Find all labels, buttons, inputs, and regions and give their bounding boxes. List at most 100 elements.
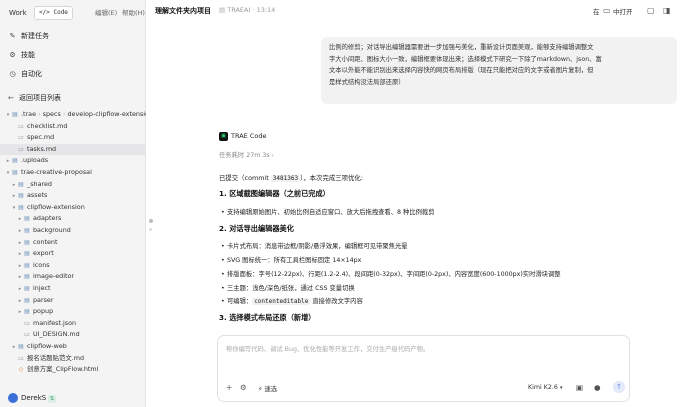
tree-item-label: 创意方案_ClipFlow.html	[27, 365, 99, 374]
chevron-right-icon: ›	[271, 153, 274, 159]
folder-icon: ▤	[12, 157, 18, 165]
folder-icon: ▤	[24, 308, 30, 316]
folder-icon: ▤	[24, 296, 30, 304]
tab-code-label: Code	[53, 9, 68, 16]
tree-item-label: adapters	[33, 214, 62, 223]
tree-path-develop: develop-clipflow-extension	[67, 110, 147, 118]
layout-icon[interactable]: ▢	[647, 6, 655, 15]
code-icon: </>	[39, 9, 50, 16]
list-item-text: 支持编辑原始图片、初始比例自适应窗口、放大后拖拽查看、8 种比例裁剪	[227, 209, 435, 216]
tree-item-manifest[interactable]: ▭ manifest.json	[0, 318, 146, 330]
tree-item-uploads[interactable]: ▸ ▤ .uploads	[0, 155, 146, 167]
header-meta: ▤ TRAEAI · 13:14	[219, 6, 275, 14]
commit-paragraph: 已提交（commit 3481363 ），本次完成三项优化:	[219, 173, 363, 182]
panel-toggle-icon[interactable]: ◨	[663, 6, 671, 15]
microphone-icon[interactable]: ●	[594, 383, 601, 392]
commit-suffix: ），本次完成三项优化:	[300, 174, 363, 182]
tree-item-proposal-html[interactable]: ◇ 创意方案_ClipFlow.html	[0, 364, 146, 376]
tree-item-label: tasks.md	[27, 144, 57, 153]
list-item-text: 卡片式布局：消息带边框/阴影/悬浮效果，编辑框可见带聚焦光晕	[227, 243, 408, 250]
settings-icon[interactable]: ⚙	[240, 383, 247, 392]
tab-code[interactable]: </> Code	[34, 6, 73, 20]
tree-item-background[interactable]: ▸ ▤ background	[0, 225, 146, 237]
tree-item-spec[interactable]: ▭ spec.md	[0, 132, 146, 144]
scroll-marker[interactable]	[149, 219, 153, 223]
assistant-name: TRAE Code	[231, 132, 267, 140]
menu-edit[interactable]: 编辑(E)	[95, 7, 117, 19]
folder-icon: ▤	[24, 238, 30, 246]
tree-item-label: export	[33, 249, 54, 258]
task-elapsed[interactable]: 任务耗时 27m 3s ›	[219, 150, 659, 159]
tree-item-label: spec.md	[27, 133, 55, 142]
add-icon[interactable]: +	[226, 383, 232, 392]
automation-label: 自动化	[21, 70, 42, 78]
tree-item-label: UI_DESIGN.md	[33, 330, 80, 339]
user-message-line: 是样式结构没法局部还原）	[329, 78, 405, 86]
tree-item-clipflow-web[interactable]: ▸ ▤ clipflow-web	[0, 341, 146, 353]
folder-icon: ▤	[24, 261, 30, 269]
tree-path-row[interactable]: ▾ ▤ .trae › specs › develop-clipflow-exten…	[0, 109, 146, 121]
skills-button[interactable]: ⚙ 技能	[8, 48, 35, 62]
automation-button[interactable]: ◷ 自动化	[8, 67, 42, 81]
tree-item-content[interactable]: ▸ ▤ content	[0, 237, 146, 249]
tree-item-ui-design[interactable]: ▭ UI_DESIGN.md	[0, 329, 146, 341]
scroll-marker[interactable]	[149, 228, 152, 231]
list-item-prefix: 可编辑：	[227, 298, 253, 305]
user-account[interactable]: DerekS S	[8, 392, 56, 404]
image-icon[interactable]: ▣	[576, 383, 583, 392]
tree-item-assets[interactable]: ▸ ▤ assets	[0, 190, 146, 202]
tree-item-tasks[interactable]: ▭ tasks.md	[0, 143, 146, 156]
composer[interactable]: 帮你编写代码、调试 Bug、优化性能等开发工作，交付生产级代码产物。 + ⚙ ⚡…	[217, 335, 630, 402]
new-task-label: 新建任务	[21, 32, 49, 40]
tree-item-popup[interactable]: ▸ ▤ popup	[0, 306, 146, 318]
tree-item-shared[interactable]: ▸ ▤ _shared	[0, 179, 146, 191]
folder-icon: ▤	[24, 215, 30, 223]
inline-code: contenteditable	[252, 298, 311, 305]
back-to-projects-button[interactable]: ← 返回项目列表	[8, 92, 61, 104]
list-item-text: 排版面板：字号(12-22px)、行距(1.2-2.4)、段间距(0-32px)…	[227, 271, 561, 278]
tree-item-icons[interactable]: ▸ ▤ icons	[0, 260, 146, 272]
tree-item-checklist[interactable]: ▭ checklist.md	[0, 121, 146, 133]
file-icon: ▭	[18, 122, 24, 130]
file-icon: ▭	[18, 134, 24, 142]
sidebar-topbar: Work </> Code 编辑(E) 帮助(H)	[0, 0, 146, 24]
menu-help[interactable]: 帮助(H)	[122, 7, 145, 19]
tree-item-label: image-editor	[33, 272, 75, 281]
tree-item-label: manifest.json	[33, 318, 77, 327]
elapsed-label: 任务耗时 27m 3s	[219, 152, 270, 159]
trae-logo-icon: ▣	[219, 131, 228, 141]
tree-item-clipflow-extension[interactable]: ▾ ▤ clipflow-extension	[0, 202, 146, 214]
open-in-button[interactable]: 中打开	[613, 6, 633, 16]
speed-mode-button[interactable]: ⚡ 速选	[258, 384, 277, 393]
tree-path-trae: .trae	[21, 110, 37, 118]
tree-item-label: inject	[33, 284, 51, 292]
folder-icon[interactable]: ▭	[603, 6, 611, 15]
tree-item-image-editor[interactable]: ▸ ▤ image-editor	[0, 271, 146, 283]
composer-placeholder: 帮你编写代码、调试 Bug、优化性能等开发工作，交付生产级代码产物。	[226, 346, 430, 353]
tree-item-label: content	[33, 237, 58, 246]
tab-work[interactable]: Work	[5, 6, 31, 20]
model-selector[interactable]: Kimi K2.6 ▾	[528, 384, 562, 391]
tree-item-export[interactable]: ▸ ▤ export	[0, 248, 146, 260]
tree-item-label: 报名话题贴范文.md	[27, 353, 85, 362]
send-button[interactable]: ↑	[613, 381, 625, 393]
tree-item-adapters[interactable]: ▸ ▤ adapters	[0, 213, 146, 225]
skill-icon: ⚙	[9, 51, 16, 59]
user-badge: S	[48, 395, 56, 403]
main-panel: 理解文件夹内项目 ▤ TRAEAI · 13:14 在 ▭ 中打开 ▢ ◨ 比例…	[147, 0, 690, 407]
sidebar: Work </> Code 编辑(E) 帮助(H) ✎ 新建任务 ⚙ 技能 ◷ 自动化…	[0, 0, 146, 407]
tree-item-topic-sample[interactable]: ▭ 报名话题贴范文.md	[0, 353, 146, 365]
list-item: • 可编辑： contenteditable 直接修改文字内容	[221, 296, 363, 305]
assistant-header: ▣ TRAE Code	[219, 131, 659, 141]
new-task-button[interactable]: ✎ 新建任务	[8, 29, 49, 43]
model-label: Kimi K2.6	[528, 384, 558, 391]
avatar	[8, 393, 18, 403]
tree-item-inject[interactable]: ▸ ▤ inject	[0, 283, 146, 295]
file-icon: ▭	[18, 145, 24, 153]
list-item-text: 三主题：浅色/深色/纸张，通过 CSS 变量切换	[227, 285, 355, 292]
list-item: • 卡片式布局：消息带边框/阴影/悬浮效果，编辑框可见带聚焦光晕	[221, 241, 408, 250]
arrow-up-icon: ↑	[616, 383, 622, 391]
tree-item-trae-creative-proposal[interactable]: ▾ ▤ trae-creative-proposal	[0, 167, 146, 179]
tree-item-parser[interactable]: ▸ ▤ parser	[0, 295, 146, 307]
user-message-line: 字大小间距、图标大小一致，编辑框要体现出来；选择模式下研究一下除了markdow…	[329, 55, 602, 63]
